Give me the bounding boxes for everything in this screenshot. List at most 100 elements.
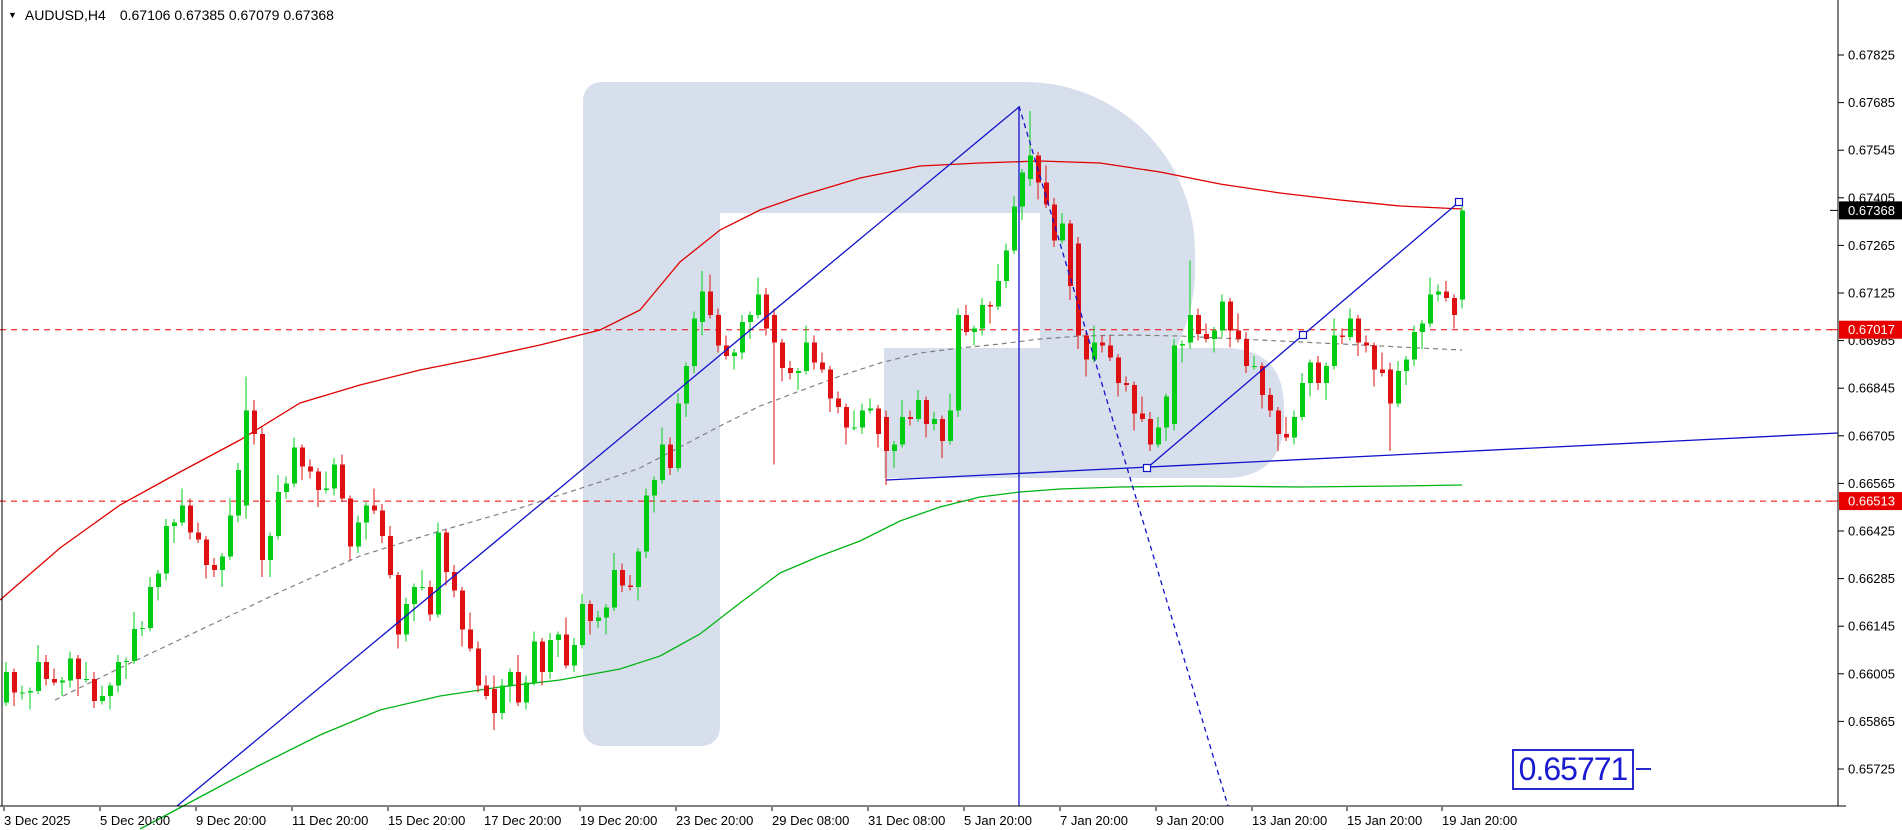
- price-text-object[interactable]: 0.65771: [1512, 749, 1634, 790]
- candle-body: [956, 315, 961, 410]
- candle-body: [1340, 336, 1345, 338]
- symbol-dropdown-icon[interactable]: ▼: [8, 8, 17, 22]
- trendline-handle[interactable]: [1144, 465, 1151, 472]
- time-axis[interactable]: 3 Dec 20255 Dec 20:009 Dec 20:0011 Dec 2…: [4, 807, 1517, 828]
- candle-body: [1020, 172, 1025, 206]
- candle-body: [668, 444, 673, 468]
- candle-body: [932, 419, 937, 424]
- candle-body: [836, 398, 841, 407]
- candle-body: [588, 604, 593, 621]
- candle-body: [500, 686, 505, 713]
- trendline-handle[interactable]: [1300, 332, 1307, 339]
- candle-body: [676, 404, 681, 469]
- candle-body: [1156, 427, 1161, 444]
- candle-body: [372, 506, 377, 511]
- candle-body: [604, 608, 609, 618]
- candle-body: [716, 315, 721, 346]
- candle-body: [396, 575, 401, 635]
- candle-body: [636, 551, 641, 587]
- candle-body: [620, 570, 625, 585]
- candle-body: [436, 533, 441, 615]
- candle-body: [1148, 419, 1153, 445]
- candle-body: [1124, 383, 1129, 385]
- candle-body: [308, 466, 313, 471]
- candle-body: [540, 642, 545, 673]
- candle-body: [252, 410, 257, 434]
- candle-body: [1380, 370, 1385, 373]
- candle-body: [340, 465, 345, 499]
- candle-body: [100, 696, 105, 701]
- candle-body: [332, 465, 337, 489]
- candle-body: [1348, 319, 1353, 338]
- candle-body: [172, 523, 177, 526]
- price-tick-label: 0.66705: [1848, 428, 1895, 443]
- candle-body: [60, 681, 65, 683]
- candle-body: [44, 662, 49, 679]
- candle-body: [1252, 366, 1257, 367]
- trendline-handle[interactable]: [1456, 199, 1463, 206]
- candle-body: [1332, 336, 1337, 367]
- candle-body: [228, 516, 233, 557]
- candle-body: [596, 618, 601, 621]
- candle-body: [196, 533, 201, 540]
- candle-body: [924, 400, 929, 424]
- candle-body: [988, 305, 993, 307]
- time-tick-label: 31 Dec 08:00: [868, 813, 945, 828]
- candle-body: [1012, 206, 1017, 250]
- candle-body: [1300, 383, 1305, 417]
- candle-body: [796, 371, 801, 373]
- time-tick-label: 19 Jan 20:00: [1442, 813, 1517, 828]
- candle-body: [748, 315, 753, 322]
- candle-body: [1132, 385, 1137, 414]
- candle-body: [380, 511, 385, 536]
- candle-body: [732, 353, 737, 356]
- candle-body: [660, 444, 665, 480]
- candle-body: [1292, 417, 1297, 437]
- candle-body: [1420, 324, 1425, 333]
- candle-body: [916, 400, 921, 419]
- time-tick-label: 3 Dec 2025: [4, 813, 71, 828]
- candle-body: [20, 693, 25, 694]
- candle-body: [1372, 346, 1377, 370]
- candle-body: [508, 672, 513, 686]
- candle-body: [364, 506, 369, 523]
- candle-body: [268, 536, 273, 560]
- candle-body: [788, 368, 793, 373]
- candle-body: [972, 329, 977, 332]
- time-tick-label: 5 Dec 20:00: [100, 813, 170, 828]
- trading-chart-window: 0.678250.676850.675450.674050.672650.671…: [0, 0, 1902, 830]
- candle-body: [804, 342, 809, 371]
- candle-body: [868, 409, 873, 411]
- candle-body: [68, 659, 73, 681]
- candle-body: [1188, 315, 1193, 342]
- chart-canvas[interactable]: 0.678250.676850.675450.674050.672650.671…: [0, 0, 1902, 830]
- candle-body: [484, 686, 489, 696]
- price-tick-label: 0.66425: [1848, 524, 1895, 539]
- price-tick-label: 0.67265: [1848, 238, 1895, 253]
- candle-body: [460, 591, 465, 630]
- candle-body: [1436, 291, 1441, 294]
- candle-body: [556, 635, 561, 640]
- candle-body: [1196, 315, 1201, 334]
- candle-body: [564, 635, 569, 666]
- candle-body: [756, 295, 761, 315]
- candle-body: [316, 472, 321, 491]
- candle-body: [1308, 363, 1313, 383]
- candle-body: [908, 417, 913, 419]
- candle-body: [476, 648, 481, 685]
- price-axis[interactable]: 0.678250.676850.675450.674050.672650.671…: [1838, 48, 1895, 777]
- candle-body: [1444, 291, 1449, 298]
- candle-body: [1172, 346, 1177, 424]
- candle-body: [428, 587, 433, 614]
- candle-body: [572, 645, 577, 665]
- indicator-lines: [0, 161, 1462, 829]
- chart-title: AUDUSD,H4: [25, 7, 106, 23]
- candle-body: [52, 679, 57, 682]
- price-tick-label: 0.66145: [1848, 619, 1895, 634]
- candle-body: [108, 686, 113, 696]
- price-tick-label: 0.66565: [1848, 476, 1895, 491]
- candle-body: [76, 659, 81, 679]
- price-tick-label: 0.67685: [1848, 95, 1895, 110]
- candle-body: [692, 319, 697, 367]
- candle-body: [892, 444, 897, 451]
